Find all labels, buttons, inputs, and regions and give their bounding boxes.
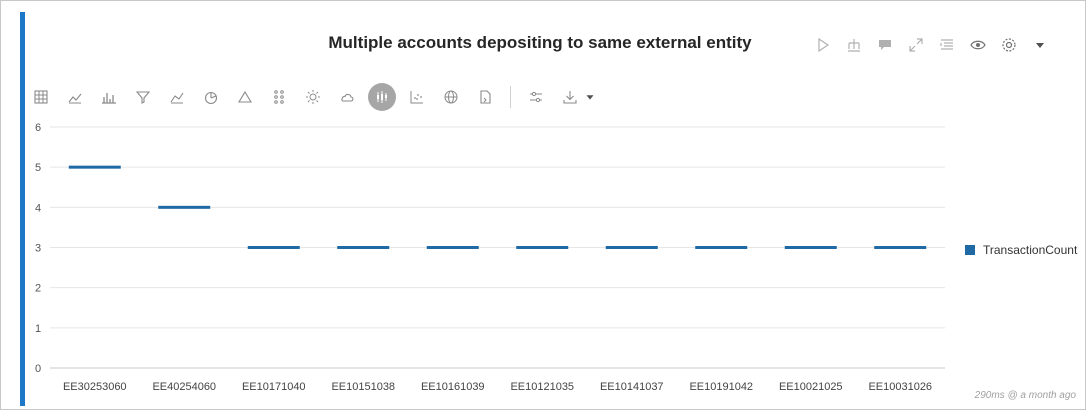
x-tick-label: EE10151038 <box>331 381 395 393</box>
legend-label: TransactionCount <box>983 243 1078 257</box>
bar-mark <box>784 246 837 249</box>
y-tick-label: 3 <box>35 243 41 255</box>
bar-mark <box>516 246 569 249</box>
y-tick-label: 6 <box>35 122 41 134</box>
bar-mark <box>68 165 121 169</box>
legend-swatch <box>965 245 975 255</box>
bar-mark <box>158 205 211 209</box>
legend[interactable]: TransactionCount <box>965 243 1077 257</box>
bar-mark <box>695 246 748 249</box>
y-tick-label: 1 <box>35 323 41 335</box>
x-tick-label: EE10191042 <box>689 381 753 393</box>
bar-mark <box>874 246 927 249</box>
bar-mark <box>426 246 479 249</box>
y-tick-label: 0 <box>35 363 41 375</box>
x-tick-label: EE30253060 <box>63 381 127 393</box>
bar-mark <box>247 246 300 249</box>
bar-mark <box>605 246 658 249</box>
x-tick-label: EE10161039 <box>421 381 485 393</box>
x-tick-label: EE10031026 <box>868 381 932 393</box>
y-tick-label: 5 <box>35 162 41 174</box>
x-tick-label: EE10021025 <box>779 381 843 393</box>
query-timing: 290ms @ a month ago <box>974 390 1076 401</box>
y-tick-label: 4 <box>35 202 41 214</box>
x-tick-label: EE10121035 <box>510 381 574 393</box>
y-tick-label: 2 <box>35 283 41 295</box>
chart-plot-area: 0 1 2 3 4 5 6 EE30253060 EE40254060 EE10171040 EE1… <box>35 122 945 393</box>
x-tick-label: EE40254060 <box>152 381 216 393</box>
bar-mark <box>337 246 390 249</box>
x-tick-label: EE10141037 <box>600 381 664 393</box>
x-tick-label: EE10171040 <box>242 381 306 393</box>
